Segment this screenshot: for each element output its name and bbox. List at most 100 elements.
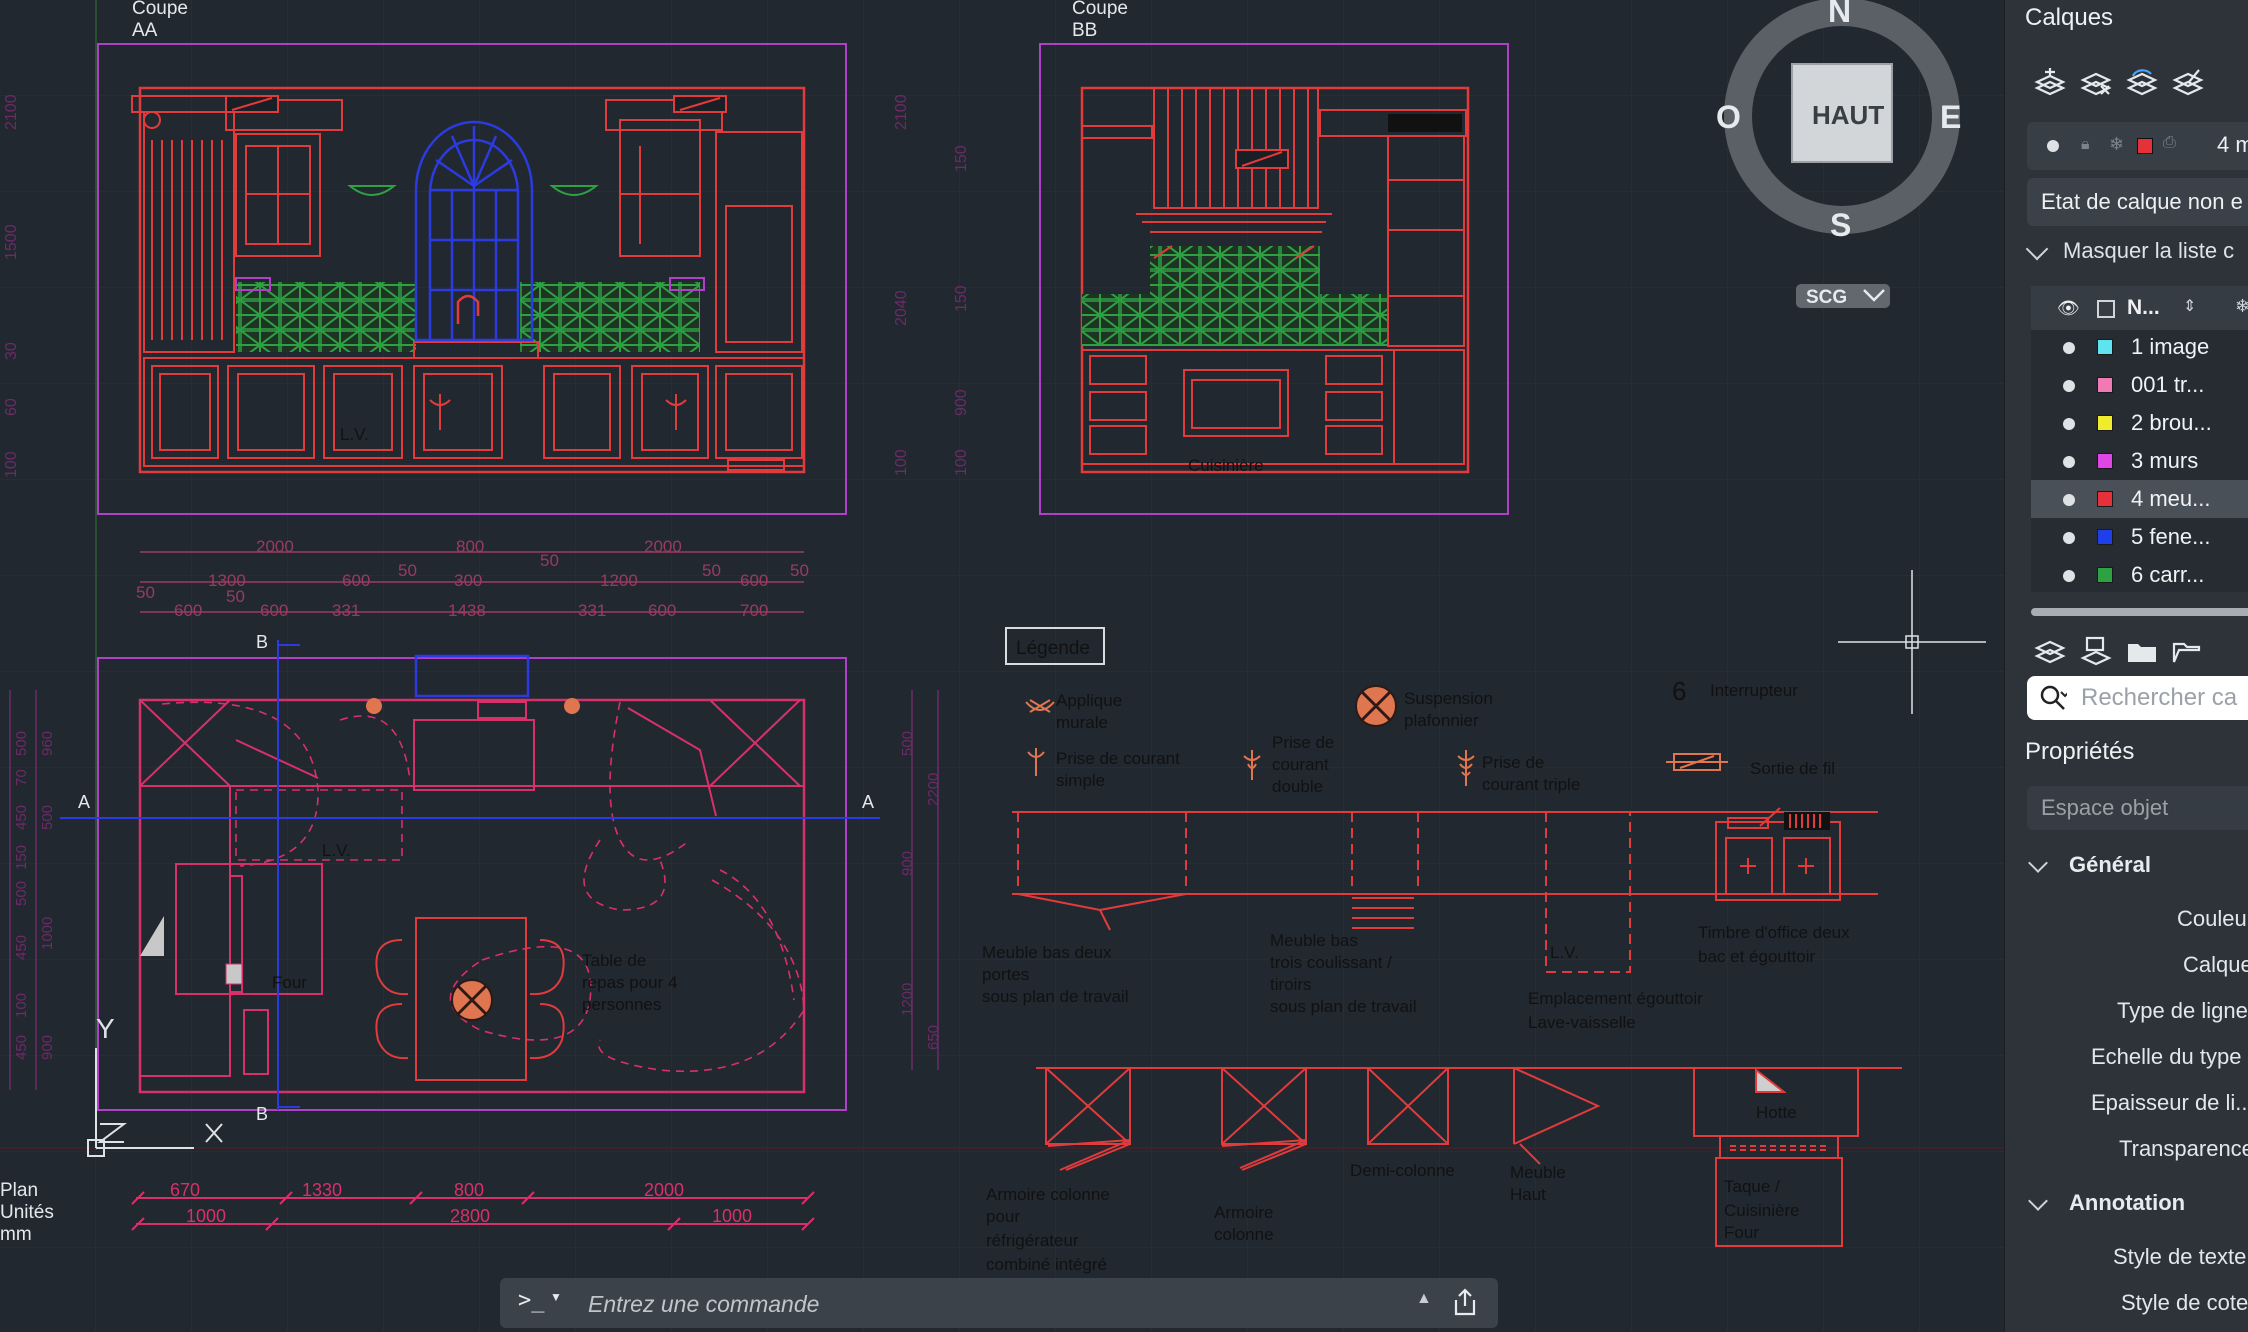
plot-icon[interactable]: ⎙ (2163, 134, 2176, 152)
command-line[interactable]: >_ ▼ Entrez une commande ▲ (500, 1278, 1498, 1328)
eye-icon[interactable]: 👁︎ (2057, 298, 2080, 319)
ucs-menu[interactable]: SCG (1806, 287, 1847, 308)
share-icon[interactable] (1448, 1286, 1482, 1320)
layer-match-icon[interactable] (2121, 62, 2163, 104)
command-menu-arrow-icon[interactable]: ▼ (550, 1290, 562, 1304)
dim-plan-right-1: 500 (899, 731, 916, 756)
freeze-icon[interactable]: ❄ (2109, 134, 2124, 155)
drawing-canvas[interactable]: Coupe AA Coupe BB Plan Unités mm L.V. 21… (0, 0, 2004, 1332)
legend-column-1: Armoire (1214, 1203, 1274, 1222)
compass-south[interactable]: S (1830, 207, 1851, 243)
layer-state-icon[interactable] (2075, 62, 2117, 104)
aa-sink-label: L.V. (340, 425, 369, 444)
layer-name: 5 fene... (2131, 524, 2211, 549)
command-history-arrow-icon[interactable]: ▲ (1416, 1290, 1432, 1308)
layer-color-swatch[interactable] (2097, 377, 2113, 393)
new-layer-vp-icon[interactable] (2075, 630, 2117, 672)
legend-base-drawers-2: trois coulissant / (1270, 953, 1392, 972)
legend-wall-unit-2: Haut (1510, 1185, 1546, 1204)
color-column-icon[interactable] (2097, 300, 2115, 318)
dim-bottom-r1-1: 670 (170, 1180, 200, 1200)
new-layer-icon[interactable] (2029, 630, 2071, 672)
layer-state-select[interactable]: Etat de calque non e (2027, 178, 2248, 226)
compass-north[interactable]: N (1828, 0, 1851, 29)
layer-row[interactable]: 001 tr... (2031, 366, 2248, 404)
dim-elev-bb-4: 100 (953, 449, 970, 476)
compass-east[interactable]: E (1940, 99, 1961, 135)
visibility-dot-icon[interactable] (2063, 570, 2075, 582)
layer-name: 4 meu... (2131, 486, 2211, 511)
viewcube-top-face[interactable]: HAUT (1812, 100, 1884, 130)
layer-color-swatch[interactable] (2097, 567, 2113, 583)
current-layer-row[interactable]: 🔒︎ ❄ ⎙ 4 m (2027, 122, 2248, 170)
layer-row[interactable]: 2 brou... ❄ (2031, 404, 2248, 442)
dim-top-r2-6: 300 (454, 571, 482, 590)
dim-top-r2-9: 600 (740, 571, 768, 590)
compass-west[interactable]: O (1716, 99, 1741, 135)
layers-list[interactable]: 👁︎ N... ⇕ ❄ 1 image ❄ 001 tr... 2 brou..… (2031, 286, 2248, 592)
dim-top-r3-6: 600 (648, 601, 676, 620)
layer-row[interactable]: 1 image ❄ (2031, 328, 2248, 366)
layer-row[interactable]: 6 carr... (2031, 556, 2248, 594)
view-title-aa-line2: AA (132, 20, 158, 41)
dim-plan-left-5: 150 (13, 845, 30, 870)
legend-fridge-column-1: Armoire colonne (986, 1185, 1110, 1204)
visibility-dot-icon[interactable] (2063, 418, 2075, 430)
layer-color-swatch[interactable] (2097, 529, 2113, 545)
layer-color-swatch[interactable] (2097, 339, 2113, 355)
dim-elev-left-3: 30 (3, 342, 20, 360)
dim-bottom-r1-2: 1330 (302, 1180, 342, 1200)
plan-table-label-1: Table de (582, 951, 646, 970)
section-annotation[interactable]: Annotation (2027, 1190, 2185, 1216)
visibility-dot-icon[interactable] (2063, 456, 2075, 468)
layer-color-swatch[interactable] (2097, 415, 2113, 431)
layer-isolate-icon[interactable] (2167, 62, 2209, 104)
visibility-dot-icon[interactable] (2063, 494, 2075, 506)
visibility-dot-icon[interactable] (2063, 342, 2075, 354)
prop-linetype-scale[interactable]: Echelle du type (2091, 1044, 2241, 1070)
dim-top-r1-3: 50 (540, 551, 559, 570)
layers-panel-title: Calques (2025, 4, 2114, 31)
dim-elev-bb-1: 150 (953, 145, 970, 172)
layer-row-selected[interactable]: 4 meu... (2031, 480, 2248, 518)
freeze-column-icon[interactable]: ❄ (2235, 296, 2248, 317)
legend-base-drawers-3: tiroirs (1270, 975, 1312, 994)
dim-elev-bb-3: 900 (953, 389, 970, 416)
layer-row[interactable]: 5 fene... (2031, 518, 2248, 556)
prop-lineweight[interactable]: Epaisseur de li... (2091, 1090, 2248, 1116)
layer-name: 1 image (2131, 334, 2210, 359)
legend-half-column: Demi-colonne (1350, 1161, 1455, 1180)
visibility-dot-icon[interactable] (2063, 380, 2075, 392)
prop-transparency[interactable]: Transparence (2119, 1136, 2248, 1162)
dim-plan-left-3: 70 (13, 769, 30, 786)
search-placeholder: Rechercher ca (2081, 684, 2238, 711)
section-general-label: Général (2069, 852, 2151, 877)
command-input[interactable]: Entrez une commande (588, 1291, 819, 1318)
visibility-dot-icon[interactable] (2063, 532, 2075, 544)
layer-search-input[interactable]: Rechercher ca (2027, 676, 2248, 720)
layer-color-swatch[interactable] (2097, 453, 2113, 469)
section-general[interactable]: Général (2027, 852, 2151, 878)
dim-elev-left-5: 100 (3, 451, 20, 478)
open-folder-icon[interactable] (2167, 630, 2209, 672)
layer-row[interactable]: 3 murs (2031, 442, 2248, 480)
sort-icon[interactable]: ⇕ (2183, 296, 2196, 316)
legend-title: Légende (1016, 638, 1090, 659)
folder-icon[interactable] (2121, 630, 2163, 672)
command-prompt-icon[interactable]: >_ (518, 1288, 545, 1313)
object-space-select[interactable]: Espace objet (2027, 786, 2248, 830)
column-name-header[interactable]: N... (2127, 296, 2160, 320)
prop-linetype[interactable]: Type de ligne (2117, 998, 2248, 1024)
view-title-plan-line2: Unités (0, 1202, 54, 1223)
prop-color[interactable]: Couleu (2177, 906, 2247, 932)
prop-dim-style[interactable]: Style de cote (2121, 1290, 2248, 1316)
prop-layer[interactable]: Calque (2183, 952, 2248, 978)
lock-icon[interactable]: 🔒︎ (2081, 136, 2090, 154)
layer-properties-icon[interactable] (2029, 62, 2071, 104)
layers-scrollbar[interactable] (2031, 608, 2248, 616)
layer-color-swatch[interactable] (2097, 491, 2113, 507)
collapse-layer-list[interactable]: Masquer la liste c (2025, 237, 2234, 264)
prop-text-style[interactable]: Style de texte (2113, 1244, 2246, 1270)
visibility-dot-icon[interactable] (2047, 140, 2059, 152)
layer-color-swatch[interactable] (2137, 138, 2153, 154)
